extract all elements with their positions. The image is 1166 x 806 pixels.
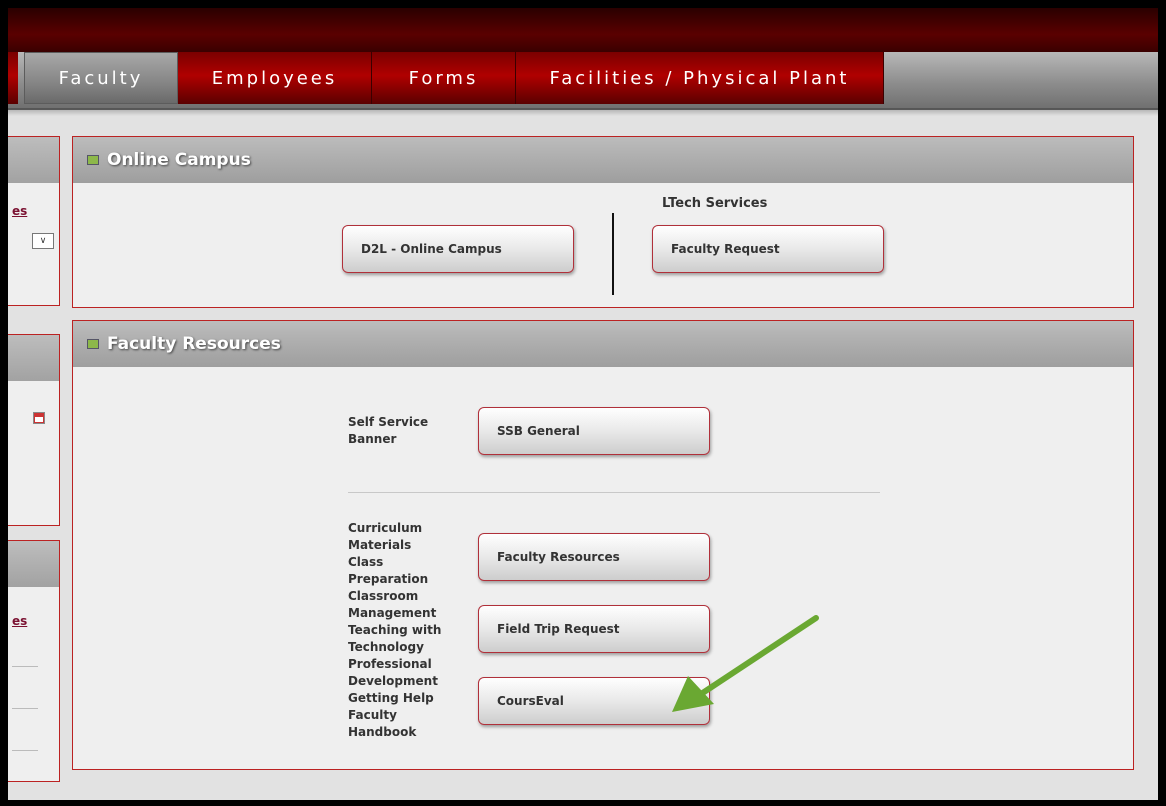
topic-line: Class xyxy=(348,555,384,569)
label-line: Banner xyxy=(348,432,397,446)
topic-line: Technology xyxy=(348,640,424,654)
tab-faculty[interactable]: Faculty xyxy=(24,52,178,104)
computer-icon xyxy=(87,339,99,349)
ssb-general-button[interactable]: SSB General xyxy=(478,407,710,455)
self-service-banner-label: Self Service Banner xyxy=(348,414,428,448)
nav-shadow xyxy=(8,108,1158,116)
topic-line: Management xyxy=(348,606,437,620)
faculty-request-button[interactable]: Faculty Request xyxy=(652,225,884,273)
vertical-divider xyxy=(612,213,614,295)
d2l-online-campus-button[interactable]: D2L - Online Campus xyxy=(342,225,574,273)
site-header-bar xyxy=(8,8,1158,52)
annotation-arrow-icon xyxy=(672,615,819,712)
sidebar-panel-2-header xyxy=(8,335,59,381)
online-campus-title: Online Campus xyxy=(107,150,251,170)
computer-icon xyxy=(87,155,99,165)
topic-line: Faculty xyxy=(348,708,397,722)
topic-line: Getting Help xyxy=(348,691,434,705)
tab-facilities[interactable]: Facilities / Physical Plant xyxy=(516,52,884,104)
sidebar-divider xyxy=(12,666,38,667)
faculty-resources-header: Faculty Resources xyxy=(73,321,1133,367)
section-divider xyxy=(348,492,880,493)
browser-viewport: Faculty Employees Forms Facilities / Phy… xyxy=(8,8,1158,800)
topic-line: Teaching with xyxy=(348,623,442,637)
topic-line: Materials xyxy=(348,538,412,552)
topic-line: Development xyxy=(348,674,438,688)
sidebar-panel-3 xyxy=(8,540,60,782)
sidebar-link-2[interactable]: es xyxy=(12,614,27,628)
faculty-topics-list: Curriculum Materials Class Preparation C… xyxy=(348,520,441,741)
calendar-icon[interactable] xyxy=(33,412,45,424)
sidebar-panel-1 xyxy=(8,136,60,306)
sidebar-link-1[interactable]: es xyxy=(12,204,27,218)
tab-employees[interactable]: Employees xyxy=(178,52,372,104)
topic-line: Classroom xyxy=(348,589,419,603)
sidebar-divider xyxy=(12,750,38,751)
nav-tab-partial[interactable] xyxy=(8,52,18,104)
chevron-down-icon: ∨ xyxy=(39,236,47,246)
sidebar-select[interactable]: ∨ xyxy=(32,233,54,249)
label-line: Self Service xyxy=(348,415,429,429)
faculty-resources-button[interactable]: Faculty Resources xyxy=(478,533,710,581)
sidebar-divider xyxy=(12,708,38,709)
topic-line: Handbook xyxy=(348,725,417,739)
topic-line: Curriculum xyxy=(348,521,423,535)
sidebar-panel-2 xyxy=(8,334,60,526)
sidebar-panel-3-header xyxy=(8,541,59,587)
online-campus-panel: Online Campus xyxy=(72,136,1134,308)
main-nav: Faculty Employees Forms Facilities / Phy… xyxy=(8,52,1158,116)
online-campus-header: Online Campus xyxy=(73,137,1133,183)
topic-line: Preparation xyxy=(348,572,429,586)
sidebar-panel-1-header xyxy=(8,137,59,183)
tab-forms[interactable]: Forms xyxy=(372,52,516,104)
topic-line: Professional xyxy=(348,657,432,671)
faculty-resources-title: Faculty Resources xyxy=(107,334,281,354)
ltech-services-heading: LTech Services xyxy=(662,196,768,211)
